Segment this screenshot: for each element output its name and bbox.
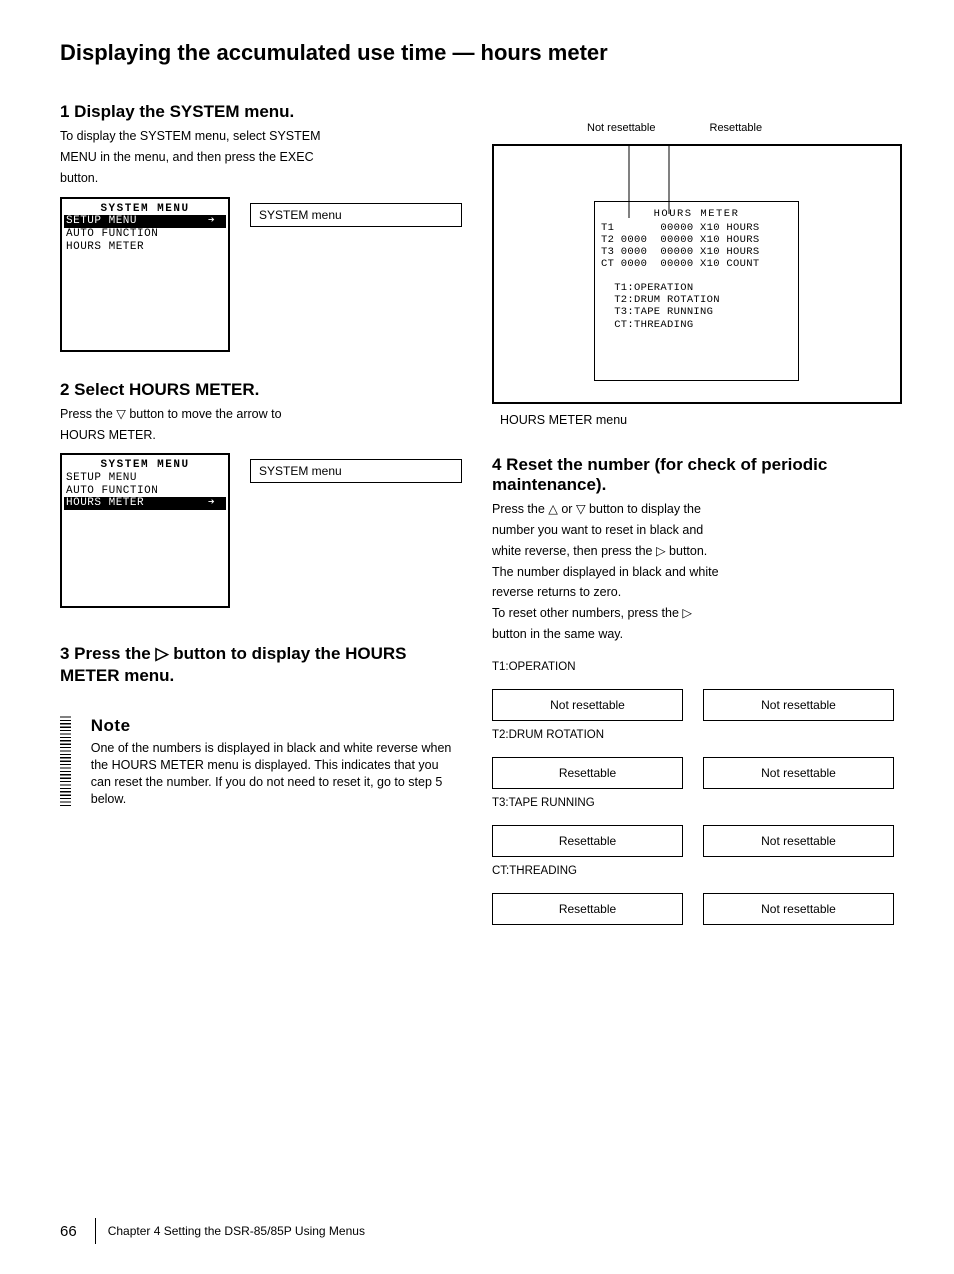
step4-l7: button in the same way. xyxy=(492,626,894,643)
inner-lcd-title: HOURS METER xyxy=(601,208,792,220)
label-resettable: Resettable xyxy=(710,122,803,134)
step1-line1: To display the SYSTEM menu, select SYSTE… xyxy=(60,128,462,145)
step4-l2: number you want to reset in black and xyxy=(492,522,894,539)
ct-right-box: Not resettable xyxy=(703,893,894,925)
step4-l6: To reset other numbers, press the ▷ xyxy=(492,605,894,622)
t1-label: T1:OPERATION xyxy=(492,661,894,673)
callout-system-menu-1: SYSTEM menu xyxy=(250,203,462,227)
lcd-system-menu-1: SYSTEM MENU SETUP MENU ➔ AUTO FUNCTION H… xyxy=(60,197,230,352)
lcd1-title: SYSTEM MENU xyxy=(64,203,226,216)
step4-heading: 4 Reset the number (for check of periodi… xyxy=(492,455,894,495)
page-number: 66 xyxy=(60,1223,77,1240)
ct-left-box: Resettable xyxy=(492,893,683,925)
lcd1-row-auto: AUTO FUNCTION xyxy=(64,228,226,241)
inner-lcd-hours-meter: HOURS METER T1 00000 X10 HOURS T2 0000 0… xyxy=(594,201,799,381)
lcd1-row-hours: HOURS METER xyxy=(64,241,226,254)
lcd-system-menu-2: SYSTEM MENU SETUP MENU AUTO FUNCTION HOU… xyxy=(60,453,230,608)
lcd2-title: SYSTEM MENU xyxy=(64,459,226,472)
step4-l3: white reverse, then press the ▷ button. xyxy=(492,543,894,560)
hatch-ornament xyxy=(60,716,71,806)
button-grid: T1:OPERATION Not resettable Not resettab… xyxy=(492,661,894,925)
note-label: Note xyxy=(91,716,462,736)
hours-meter-display: HOURS METER T1 00000 X10 HOURS T2 0000 0… xyxy=(492,144,902,404)
t2-right-box: Not resettable xyxy=(703,757,894,789)
label-not-resettable: Not resettable xyxy=(587,122,680,134)
t3-left-box: Resettable xyxy=(492,825,683,857)
step2-heading: 2 Select HOURS METER. xyxy=(60,380,462,400)
step1-heading: 1 Display the SYSTEM menu. xyxy=(60,102,462,122)
step4-l4: The number displayed in black and white xyxy=(492,564,894,581)
t2-left-box: Resettable xyxy=(492,757,683,789)
step1-line3: button. xyxy=(60,170,462,187)
lcd2-row-auto: AUTO FUNCTION xyxy=(64,485,226,498)
t1-left-box: Not resettable xyxy=(492,689,683,721)
lcd2-row-hours: HOURS METER ➔ xyxy=(64,497,226,510)
step3-heading-2: METER menu. xyxy=(60,666,462,686)
note-block: Note One of the numbers is displayed in … xyxy=(60,716,462,812)
t3-right-box: Not resettable xyxy=(703,825,894,857)
step2-line2: HOURS METER. xyxy=(60,427,462,444)
right-column: Not resettable Resettable HOURS METER T1… xyxy=(492,74,894,933)
callout-system-menu-2: SYSTEM menu xyxy=(250,459,462,483)
lcd1-row-setup: SETUP MENU ➔ xyxy=(64,215,226,228)
t3-label: T3:TAPE RUNNING xyxy=(492,797,894,809)
footer-divider xyxy=(95,1218,96,1244)
lcd2-row-setup: SETUP MENU xyxy=(64,472,226,485)
step2-line1: Press the ▽ button to move the arrow to xyxy=(60,406,462,423)
step1-line2: MENU in the menu, and then press the EXE… xyxy=(60,149,462,166)
chapter-label: Chapter 4 Setting the DSR-85/85P Using M… xyxy=(108,1224,365,1238)
t2-label: T2:DRUM ROTATION xyxy=(492,729,894,741)
left-column: 1 Display the SYSTEM menu. To display th… xyxy=(60,74,462,933)
section-title: Displaying the accumulated use time — ho… xyxy=(60,40,894,66)
hours-meter-caption: HOURS METER menu xyxy=(500,412,894,429)
step3-heading: 3 Press the ▷ button to display the HOUR… xyxy=(60,644,462,664)
step4-l1: Press the △ or ▽ button to display the xyxy=(492,501,894,518)
note-text: One of the numbers is displayed in black… xyxy=(91,740,462,808)
ct-label: CT:THREADING xyxy=(492,865,894,877)
page-footer: 66 Chapter 4 Setting the DSR-85/85P Usin… xyxy=(60,1218,894,1244)
step4-l5: reverse returns to zero. xyxy=(492,584,894,601)
t1-right-box: Not resettable xyxy=(703,689,894,721)
inner-lcd-body: T1 00000 X10 HOURS T2 0000 00000 X10 HOU… xyxy=(601,222,792,331)
